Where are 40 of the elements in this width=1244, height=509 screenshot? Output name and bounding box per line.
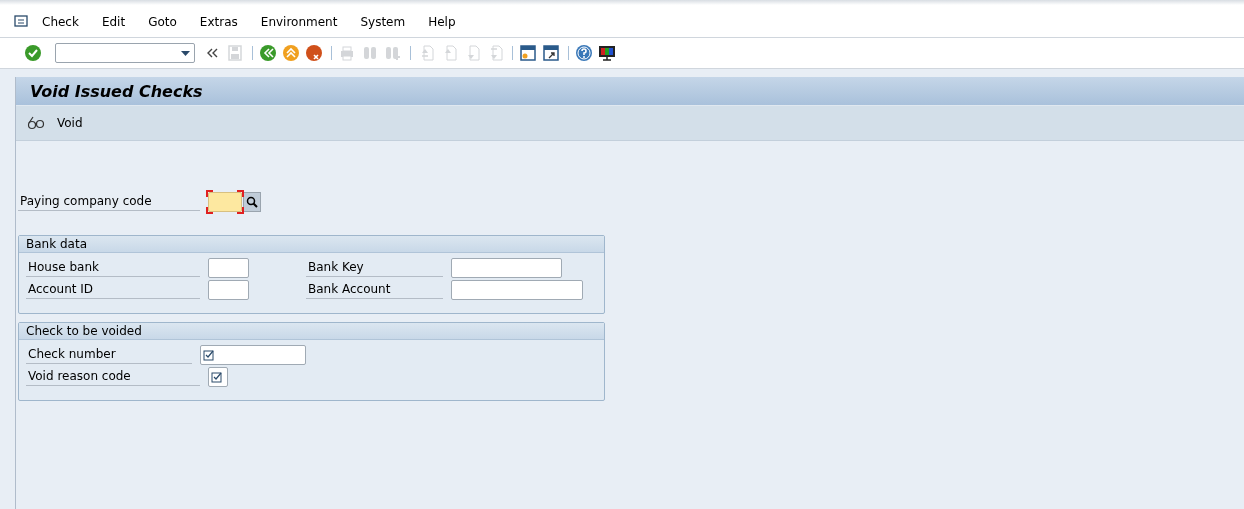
monitor-icon[interactable] (598, 44, 616, 62)
shortcut-window-icon[interactable] (542, 44, 560, 62)
glasses-icon (27, 116, 45, 130)
checkmark-icon[interactable] (24, 44, 42, 62)
help-icon[interactable] (575, 44, 593, 62)
group-title: Bank data (19, 236, 604, 253)
cancel-icon[interactable] (305, 44, 323, 62)
input-field[interactable] (451, 258, 562, 278)
screen-title: Void Issued Checks (30, 81, 203, 101)
command-field[interactable] (55, 43, 195, 63)
menu-item[interactable]: Edit (101, 14, 126, 29)
field-label: Check number (26, 346, 192, 364)
back-icon[interactable] (259, 44, 277, 62)
field-label: Bank Key (306, 259, 443, 277)
menu-item[interactable]: Check (42, 14, 79, 29)
search-help-button[interactable] (243, 192, 261, 212)
input-field[interactable] (208, 258, 249, 278)
void-button[interactable]: Void (25, 114, 85, 132)
field-label: Paying company code (18, 193, 200, 211)
new-window-icon[interactable] (519, 44, 537, 62)
menu-item[interactable]: System (360, 14, 406, 29)
menu-item[interactable]: Help (428, 14, 456, 29)
required-entry-icon (203, 349, 215, 361)
menu-item[interactable]: Goto (148, 14, 177, 29)
input-field[interactable] (208, 367, 228, 387)
input-field[interactable] (208, 192, 242, 212)
input-field[interactable] (200, 345, 306, 365)
field-label: Account ID (26, 281, 200, 299)
field-label: House bank (26, 259, 200, 277)
group-title: Check to be voided (19, 323, 604, 340)
dropdown-icon[interactable] (181, 50, 190, 56)
menu-item[interactable]: Environment (260, 14, 338, 29)
menu-icon[interactable] (14, 14, 30, 29)
menu-item[interactable]: Extras (199, 14, 238, 29)
required-entry-icon (211, 371, 223, 383)
input-field[interactable] (451, 280, 583, 300)
field-label: Bank Account (306, 281, 443, 299)
field-label: Void reason code (26, 368, 200, 386)
input-field[interactable] (208, 280, 249, 300)
search-icon (246, 196, 258, 208)
